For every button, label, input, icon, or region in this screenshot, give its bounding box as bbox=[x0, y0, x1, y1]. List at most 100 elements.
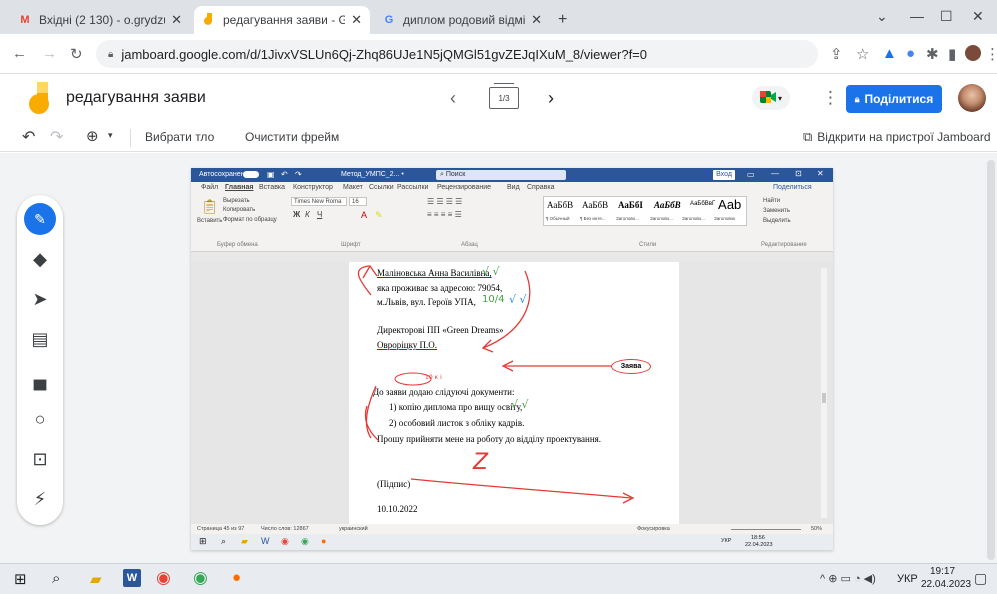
tab-gmail[interactable]: M Вхідні (2 130) - o.grydzuk@nltu.e ✕ bbox=[10, 6, 190, 34]
jamboard-logo-icon[interactable] bbox=[28, 82, 50, 116]
tab-jamboard[interactable]: редагування заяви - Google Jam ✕ bbox=[194, 6, 370, 34]
zoom-level[interactable]: 50% bbox=[811, 526, 822, 532]
ink-strokes bbox=[357, 264, 635, 504]
sticky-note-tool[interactable]: ▤ bbox=[17, 319, 63, 359]
google-icon: G bbox=[384, 14, 394, 26]
tab-google-search[interactable]: G диплом родовий відмінок - Пош ✕ bbox=[374, 6, 550, 34]
menu-dots-icon[interactable]: ⋮ bbox=[985, 45, 997, 63]
tray-language[interactable]: УКР bbox=[897, 573, 918, 585]
profile-avatar[interactable] bbox=[965, 45, 981, 61]
frame-counter[interactable]: 1/3 bbox=[489, 87, 519, 109]
file-explorer-icon[interactable]: ▰ bbox=[241, 536, 248, 547]
inner-clock-date[interactable]: 22.04.2023 bbox=[745, 542, 773, 548]
share-page-icon[interactable]: ⇪ bbox=[830, 45, 843, 63]
word-statusbar: Страница 45 из 97 Число слов: 12867 укра… bbox=[191, 524, 833, 534]
inner-taskbar: ⊞ ⌕ ▰ W ◉ ◉ ● УКР 18:56 22.04.2023 bbox=[191, 534, 833, 550]
image-icon: ▄ bbox=[33, 368, 47, 389]
close-icon[interactable]: ✕ bbox=[351, 12, 362, 28]
set-background-button[interactable]: Вибрати тло bbox=[145, 130, 214, 144]
extension-icon[interactable]: ▲ bbox=[882, 45, 897, 62]
tab-title: редагування заяви - Google Jam bbox=[223, 13, 346, 27]
search-icon[interactable]: ⌕ bbox=[221, 536, 226, 547]
file-explorer-icon[interactable]: ▰ bbox=[90, 570, 102, 588]
laser-icon: ⚡︎ bbox=[33, 488, 47, 509]
more-options-icon[interactable]: ⋮ bbox=[822, 88, 839, 108]
open-on-device-button[interactable]: ⧉ Відкрити на пристрої Jamboard bbox=[803, 129, 991, 145]
chrome-profile-icon[interactable]: ◉ bbox=[301, 536, 309, 547]
app-flame-icon[interactable]: ● bbox=[232, 569, 241, 586]
close-window-icon[interactable]: ✕ bbox=[972, 8, 984, 25]
redo-icon[interactable]: ↷ bbox=[50, 127, 63, 147]
extensions-puzzle-icon[interactable]: ✱ bbox=[926, 45, 939, 63]
word-count[interactable]: Число слов: 12867 bbox=[261, 526, 309, 532]
url-text: jamboard.google.com/d/1JivxVSLUn6Qj-Zhq8… bbox=[121, 46, 647, 62]
zoom-icon[interactable]: ⊕ bbox=[86, 127, 99, 145]
minimize-icon[interactable]: — bbox=[910, 8, 924, 24]
undo-icon[interactable]: ↶ bbox=[22, 127, 35, 147]
zoom-dropdown-icon[interactable]: ▾ bbox=[108, 130, 113, 141]
tool-palette: ✎ ◆ ➤ ▤ ▄ ○ ⊡ ⚡︎ bbox=[17, 195, 63, 525]
image-tool[interactable]: ▄ bbox=[17, 359, 63, 399]
pen-tool[interactable]: ✎ bbox=[17, 199, 63, 239]
extension-dot-icon[interactable]: ● bbox=[906, 45, 915, 62]
pen-icon: ✎ bbox=[24, 203, 56, 235]
close-icon[interactable]: ✕ bbox=[171, 12, 182, 28]
word-app-icon[interactable]: W bbox=[123, 569, 141, 587]
page-title[interactable]: редагування заяви bbox=[66, 89, 206, 107]
share-button[interactable]: 🔒︎ Поділитися bbox=[846, 85, 942, 113]
circle-shape-icon: ○ bbox=[34, 408, 46, 429]
canvas-scrollbar[interactable] bbox=[987, 160, 995, 560]
search-icon[interactable]: ⌕ bbox=[52, 570, 60, 587]
lock-icon: 🔒︎ bbox=[854, 93, 860, 104]
gmail-icon: M bbox=[20, 14, 30, 26]
bookmark-star-icon[interactable]: ☆ bbox=[856, 45, 869, 63]
tray-icons[interactable]: ^ ⊕ ▭ ◔ ◀︎) bbox=[820, 572, 876, 585]
laser-tool[interactable]: ⚡︎ bbox=[17, 479, 63, 519]
language-status[interactable]: украинский bbox=[339, 526, 368, 532]
cursor-arrow-icon: ➤ bbox=[32, 288, 48, 309]
meet-button[interactable]: ▾ bbox=[752, 86, 790, 110]
clear-frame-button[interactable]: Очистити фрейм bbox=[245, 130, 339, 144]
sticky-note-icon: ▤ bbox=[31, 328, 49, 349]
open-on-device-label: Відкрити на пристрої Jamboard bbox=[817, 130, 991, 144]
windows-start-icon[interactable]: ⊞ bbox=[14, 570, 27, 588]
tab-title: Вхідні (2 130) - o.grydzuk@nltu.e bbox=[39, 13, 165, 27]
prev-frame-icon[interactable]: ‹ bbox=[450, 88, 456, 109]
shape-tool[interactable]: ○ bbox=[17, 399, 63, 439]
jamboard-icon bbox=[202, 13, 216, 27]
chrome-icon[interactable]: ◉ bbox=[156, 568, 171, 588]
eraser-tool[interactable]: ◆ bbox=[17, 239, 63, 279]
jamboard-frame[interactable]: Автосохранение ▣ ↶ ↷ Метод_УМПС_2... • ⌕… bbox=[191, 168, 833, 550]
sidepanel-icon[interactable]: ▮ bbox=[948, 45, 956, 63]
clock-time[interactable]: 19:17 bbox=[930, 566, 955, 577]
new-tab-button[interactable]: + bbox=[558, 11, 567, 29]
word-app-icon[interactable]: W bbox=[261, 536, 270, 546]
page-count[interactable]: Страница 45 из 97 bbox=[197, 526, 244, 532]
notification-icon[interactable]: ▢ bbox=[974, 570, 987, 587]
address-bar[interactable]: 🔒︎ jamboard.google.com/d/1JivxVSLUn6Qj-Z… bbox=[96, 40, 818, 68]
reload-icon[interactable]: ↻ bbox=[70, 45, 83, 63]
close-icon[interactable]: ✕ bbox=[531, 12, 542, 28]
jamboard-toolbar: ↶ ↷ ⊕ ▾ Вибрати тло Очистити фрейм ⧉ Від… bbox=[0, 124, 997, 152]
maximize-icon[interactable]: ☐ bbox=[940, 8, 953, 25]
tab-search-icon[interactable]: ⌄ bbox=[876, 8, 888, 25]
clock-date[interactable]: 22.04.2023 bbox=[921, 579, 971, 590]
next-frame-icon[interactable]: › bbox=[548, 88, 554, 109]
browser-toolbar: ← → ↻ 🔒︎ jamboard.google.com/d/1JivxVSLU… bbox=[0, 34, 997, 74]
select-tool[interactable]: ➤ bbox=[17, 279, 63, 319]
lock-icon: 🔒︎ bbox=[108, 48, 114, 60]
inner-tray-lang[interactable]: УКР bbox=[721, 538, 731, 544]
inner-clock-time[interactable]: 18:56 bbox=[751, 535, 765, 541]
forward-icon[interactable]: → bbox=[42, 45, 57, 62]
zoom-slider[interactable] bbox=[731, 529, 801, 530]
app-icon[interactable]: ● bbox=[321, 536, 326, 546]
jamboard-header: редагування заяви ‹ 1/3 › ▾ ⋮ 🔒︎ Поділит… bbox=[0, 74, 997, 124]
windows-start-icon[interactable]: ⊞ bbox=[199, 536, 207, 547]
divider bbox=[130, 129, 131, 147]
back-icon[interactable]: ← bbox=[12, 45, 27, 62]
text-box-tool[interactable]: ⊡ bbox=[17, 439, 63, 479]
user-avatar[interactable] bbox=[958, 84, 986, 112]
chrome-icon[interactable]: ◉ bbox=[281, 536, 289, 547]
focus-mode-button[interactable]: Фокусировка bbox=[637, 526, 670, 532]
chrome-profile-icon[interactable]: ◉ bbox=[193, 568, 208, 588]
